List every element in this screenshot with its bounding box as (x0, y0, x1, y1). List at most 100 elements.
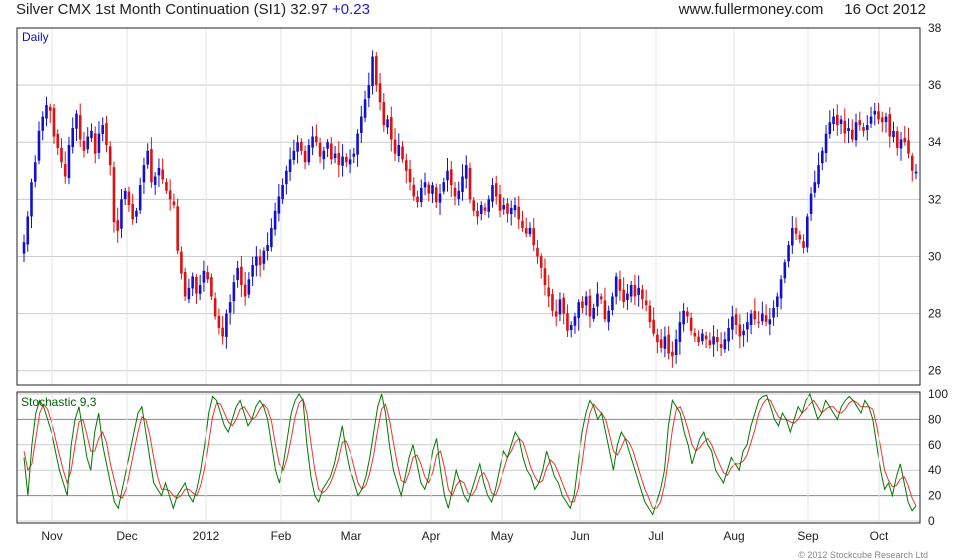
candle-body (641, 289, 644, 300)
candle-body (90, 130, 93, 139)
x-tick-label: Sep (797, 529, 819, 543)
candle-body (449, 169, 453, 186)
candle-body (611, 296, 614, 311)
candle-body (348, 159, 352, 165)
candle-body (674, 339, 678, 356)
x-tick-label: Dec (116, 529, 137, 543)
candle-body (494, 183, 498, 197)
stoch-k-line (23, 392, 917, 516)
candle-body (738, 324, 742, 337)
x-tick-label: Nov (41, 529, 62, 543)
candle-body (704, 335, 708, 340)
candle-body (652, 319, 655, 334)
candle-body (884, 116, 888, 123)
candle-body (438, 193, 442, 203)
candle-body (431, 185, 434, 194)
candle-body (333, 153, 337, 159)
candle-body (127, 191, 131, 206)
candle-body (914, 171, 918, 174)
candle-body (464, 165, 468, 179)
candle-body (584, 296, 588, 306)
candle-body (416, 196, 419, 203)
price-panel-label: Daily (22, 30, 49, 44)
price-panel-frame (16, 27, 921, 386)
candle-body (401, 146, 404, 160)
stoch-panel-frame (16, 391, 921, 524)
candle-body (798, 234, 802, 240)
candle-body (764, 315, 768, 323)
candle-body (389, 116, 393, 140)
candle-body (210, 277, 213, 297)
x-tick-label: 2012 (193, 529, 220, 543)
candle-body (213, 298, 217, 317)
candle-body (82, 140, 86, 151)
candle-body (689, 317, 693, 331)
candle-body (315, 136, 318, 143)
candle-body (776, 296, 779, 307)
candle-body (783, 262, 787, 279)
candle-body (142, 165, 146, 183)
candle-body (419, 187, 423, 203)
candle-body (794, 227, 798, 234)
stoch-tick-label: 20 (928, 489, 942, 503)
candle-body (701, 333, 704, 342)
candle-body (622, 289, 625, 303)
stoch-tick-label: 80 (928, 412, 942, 426)
candle-body (528, 227, 532, 235)
candle-body (791, 227, 794, 246)
stoch-grid: 0 20 40 60 80 100 (17, 387, 948, 528)
candle-body (345, 157, 348, 163)
stoch-tick-label: 60 (928, 438, 942, 452)
price-tick-label: 34 (928, 135, 942, 149)
candle-body (292, 150, 296, 160)
x-tick-label: May (491, 529, 514, 543)
stoch-tick-label: 40 (928, 463, 942, 477)
candle-body (217, 315, 221, 328)
candle-body (678, 322, 682, 342)
candle-body (536, 247, 539, 257)
candle-body (562, 297, 565, 314)
candle-body (412, 184, 416, 197)
candle-body (45, 105, 48, 119)
candle-body (423, 182, 427, 188)
candle-body (779, 279, 783, 299)
candle-body (877, 111, 880, 120)
candle-body (577, 302, 580, 318)
candle-body (693, 332, 697, 337)
candle-body (551, 294, 554, 311)
candle-body (71, 127, 75, 148)
candle-body (105, 123, 108, 146)
candle-body (558, 299, 562, 315)
candle-body (749, 313, 753, 325)
x-tick-label: Apr (422, 529, 441, 543)
chart-canvas: 26 28 30 32 34 36 38 0 20 40 60 80 100 Nov Dec 2012 Fe… (16, 21, 948, 543)
candle-body (131, 204, 134, 220)
candle-body (682, 310, 685, 325)
candle-body (187, 287, 191, 300)
candle-body (828, 122, 832, 135)
candle-body (509, 207, 513, 215)
candle-body (716, 336, 719, 343)
candle-body (67, 145, 71, 179)
candle-body (277, 196, 281, 214)
candle-body (629, 285, 633, 297)
candle-body (734, 314, 738, 326)
candle-body (341, 156, 344, 166)
x-axis: Nov Dec 2012 Feb Mar Apr May Jun Jul Aug Sep Oct (41, 392, 889, 543)
candle-body (157, 167, 161, 176)
candle-body (659, 339, 663, 348)
candle-body (742, 330, 745, 336)
candle-body (850, 129, 854, 140)
candle-body (138, 185, 142, 211)
candle-body (247, 279, 251, 295)
x-tick-label: Aug (723, 529, 744, 543)
candle-body (543, 268, 547, 286)
candle-body (686, 311, 689, 317)
candle-body (153, 176, 157, 185)
candle-body (892, 130, 895, 137)
candle-body (101, 125, 105, 135)
candle-body (513, 205, 517, 211)
stoch-panel-label: Stochastic 9,3 (21, 395, 97, 409)
candle-body (93, 133, 97, 154)
price-tick-label: 38 (928, 21, 942, 35)
